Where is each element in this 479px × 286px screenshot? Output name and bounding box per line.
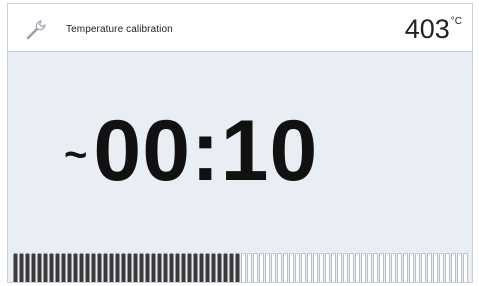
progress-segment-empty — [409, 253, 414, 282]
timer-value: 00:10 — [93, 103, 319, 199]
temperature-unit: °C — [450, 16, 462, 27]
progress-segment-filled — [157, 253, 162, 282]
progress-segment-empty — [337, 253, 342, 282]
progress-segment-empty — [247, 253, 252, 282]
progress-segment-empty — [433, 253, 438, 282]
progress-segment-empty — [397, 253, 402, 282]
progress-segment-filled — [151, 253, 156, 282]
progress-segment-filled — [19, 253, 24, 282]
progress-segment-filled — [43, 253, 48, 282]
progress-segment-filled — [37, 253, 42, 282]
progress-segment-empty — [403, 253, 408, 282]
progress-segment-filled — [205, 253, 210, 282]
progress-segment-empty — [283, 253, 288, 282]
progress-segment-empty — [241, 253, 246, 282]
progress-segment-filled — [103, 253, 108, 282]
progress-segment-empty — [385, 253, 390, 282]
progress-segment-empty — [355, 253, 360, 282]
progress-segment-filled — [145, 253, 150, 282]
progress-segment-empty — [253, 253, 258, 282]
progress-segment-filled — [25, 253, 30, 282]
progress-segment-filled — [187, 253, 192, 282]
header-bar: Temperature calibration 403 °C — [8, 4, 472, 52]
temperature-display: 403 °C — [405, 14, 462, 44]
progress-segment-filled — [175, 253, 180, 282]
progress-segment-filled — [199, 253, 204, 282]
progress-segment-empty — [439, 253, 444, 282]
progress-segment-empty — [343, 253, 348, 282]
progress-segment-filled — [91, 253, 96, 282]
progress-segment-filled — [127, 253, 132, 282]
timer-approx-prefix: ~ — [64, 132, 88, 177]
progress-segment-filled — [61, 253, 66, 282]
progress-segment-filled — [79, 253, 84, 282]
progress-segment-filled — [211, 253, 216, 282]
wrench-icon — [25, 17, 49, 41]
progress-segment-empty — [373, 253, 378, 282]
progress-segment-filled — [235, 253, 240, 282]
progress-segment-filled — [169, 253, 174, 282]
progress-segment-empty — [379, 253, 384, 282]
progress-segment-filled — [31, 253, 36, 282]
progress-segment-filled — [133, 253, 138, 282]
progress-segment-empty — [271, 253, 276, 282]
progress-segment-empty — [289, 253, 294, 282]
progress-segment-empty — [277, 253, 282, 282]
progress-bar — [13, 253, 468, 282]
progress-segment-empty — [331, 253, 336, 282]
progress-segment-filled — [55, 253, 60, 282]
progress-segment-empty — [427, 253, 432, 282]
progress-segment-filled — [229, 253, 234, 282]
progress-segment-empty — [295, 253, 300, 282]
progress-segment-empty — [265, 253, 270, 282]
progress-segment-empty — [367, 253, 372, 282]
progress-segment-filled — [67, 253, 72, 282]
progress-segment-empty — [421, 253, 426, 282]
progress-segment-empty — [463, 253, 468, 282]
progress-segment-empty — [457, 253, 462, 282]
progress-segment-filled — [49, 253, 54, 282]
progress-segment-empty — [325, 253, 330, 282]
progress-segment-filled — [121, 253, 126, 282]
progress-segment-empty — [313, 253, 318, 282]
progress-segment-empty — [451, 253, 456, 282]
progress-segment-filled — [13, 253, 18, 282]
progress-segment-filled — [85, 253, 90, 282]
progress-segment-filled — [115, 253, 120, 282]
progress-segment-filled — [217, 253, 222, 282]
progress-segment-filled — [193, 253, 198, 282]
progress-segment-filled — [139, 253, 144, 282]
temperature-value: 403 — [404, 14, 450, 44]
progress-segment-empty — [361, 253, 366, 282]
progress-segment-filled — [223, 253, 228, 282]
countdown-timer: ~ 00:10 — [64, 106, 318, 196]
program-screen: Temperature calibration 403 °C ~ 00:10 — [7, 3, 473, 283]
progress-segment-empty — [307, 253, 312, 282]
progress-segment-filled — [163, 253, 168, 282]
progress-segment-empty — [349, 253, 354, 282]
progress-segment-filled — [109, 253, 114, 282]
progress-segment-empty — [445, 253, 450, 282]
progress-segment-empty — [415, 253, 420, 282]
progress-segment-filled — [181, 253, 186, 282]
progress-segment-filled — [73, 253, 78, 282]
page-title: Temperature calibration — [66, 24, 173, 35]
progress-segment-empty — [319, 253, 324, 282]
progress-segment-empty — [391, 253, 396, 282]
progress-segment-empty — [301, 253, 306, 282]
progress-segment-empty — [259, 253, 264, 282]
progress-segment-filled — [97, 253, 102, 282]
